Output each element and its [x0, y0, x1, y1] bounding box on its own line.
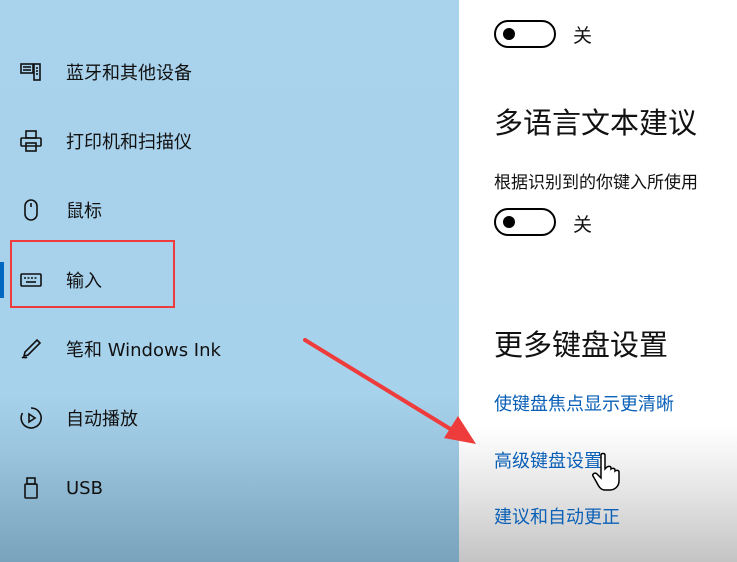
toggle-state-label: 关 [573, 25, 593, 47]
sidebar-item-printers-scanners[interactable]: 打印机和扫描仪 [0, 116, 420, 166]
highlight-box [10, 240, 175, 308]
sidebar-item-usb[interactable]: USB [0, 463, 420, 513]
sidebar-item-pen-windows-ink[interactable]: 笔和 Windows Ink [0, 324, 420, 374]
link-suggestions-autocorrect[interactable]: 建议和自动更正 [494, 503, 620, 529]
toggle-state-label: 关 [573, 214, 593, 236]
autoplay-icon [18, 405, 44, 431]
sidebar-item-mouse[interactable]: 鼠标 [0, 185, 420, 235]
toggle-switch[interactable] [494, 20, 556, 48]
multilingual-toggle[interactable] [494, 208, 556, 236]
sidebar-item-label: 笔和 Windows Ink [66, 340, 221, 361]
usb-icon [18, 475, 44, 501]
link-advanced-keyboard-settings[interactable]: 高级键盘设置 [494, 447, 602, 473]
section-heading-more-keyboard: 更多键盘设置 [494, 328, 669, 362]
toggle-knob [503, 216, 515, 228]
sidebar-item-label: 鼠标 [66, 201, 102, 222]
toggle-knob [503, 28, 515, 40]
sidebar-item-autoplay[interactable]: 自动播放 [0, 393, 420, 443]
sidebar-item-label: 自动播放 [66, 409, 138, 430]
section-heading-multilingual: 多语言文本建议 [494, 106, 698, 140]
link-keyboard-focus[interactable]: 使键盘焦点显示更清晰 [494, 390, 674, 416]
sidebar-item-label: USB [66, 477, 103, 499]
sidebar: 蓝牙和其他设备 打印机和扫描仪 鼠标 输入 笔和 Windows Ink 自动播… [0, 0, 459, 562]
hand-cursor-icon [592, 452, 620, 491]
sidebar-item-label: 蓝牙和其他设备 [66, 63, 192, 84]
section-description: 根据识别到的你键入所使用 [494, 173, 698, 193]
printer-icon [18, 128, 44, 154]
pen-icon [18, 336, 44, 362]
sidebar-item-label: 打印机和扫描仪 [66, 132, 192, 153]
bluetooth-devices-icon [18, 59, 44, 85]
mouse-icon [18, 197, 44, 223]
sidebar-item-bluetooth-devices[interactable]: 蓝牙和其他设备 [0, 47, 420, 97]
